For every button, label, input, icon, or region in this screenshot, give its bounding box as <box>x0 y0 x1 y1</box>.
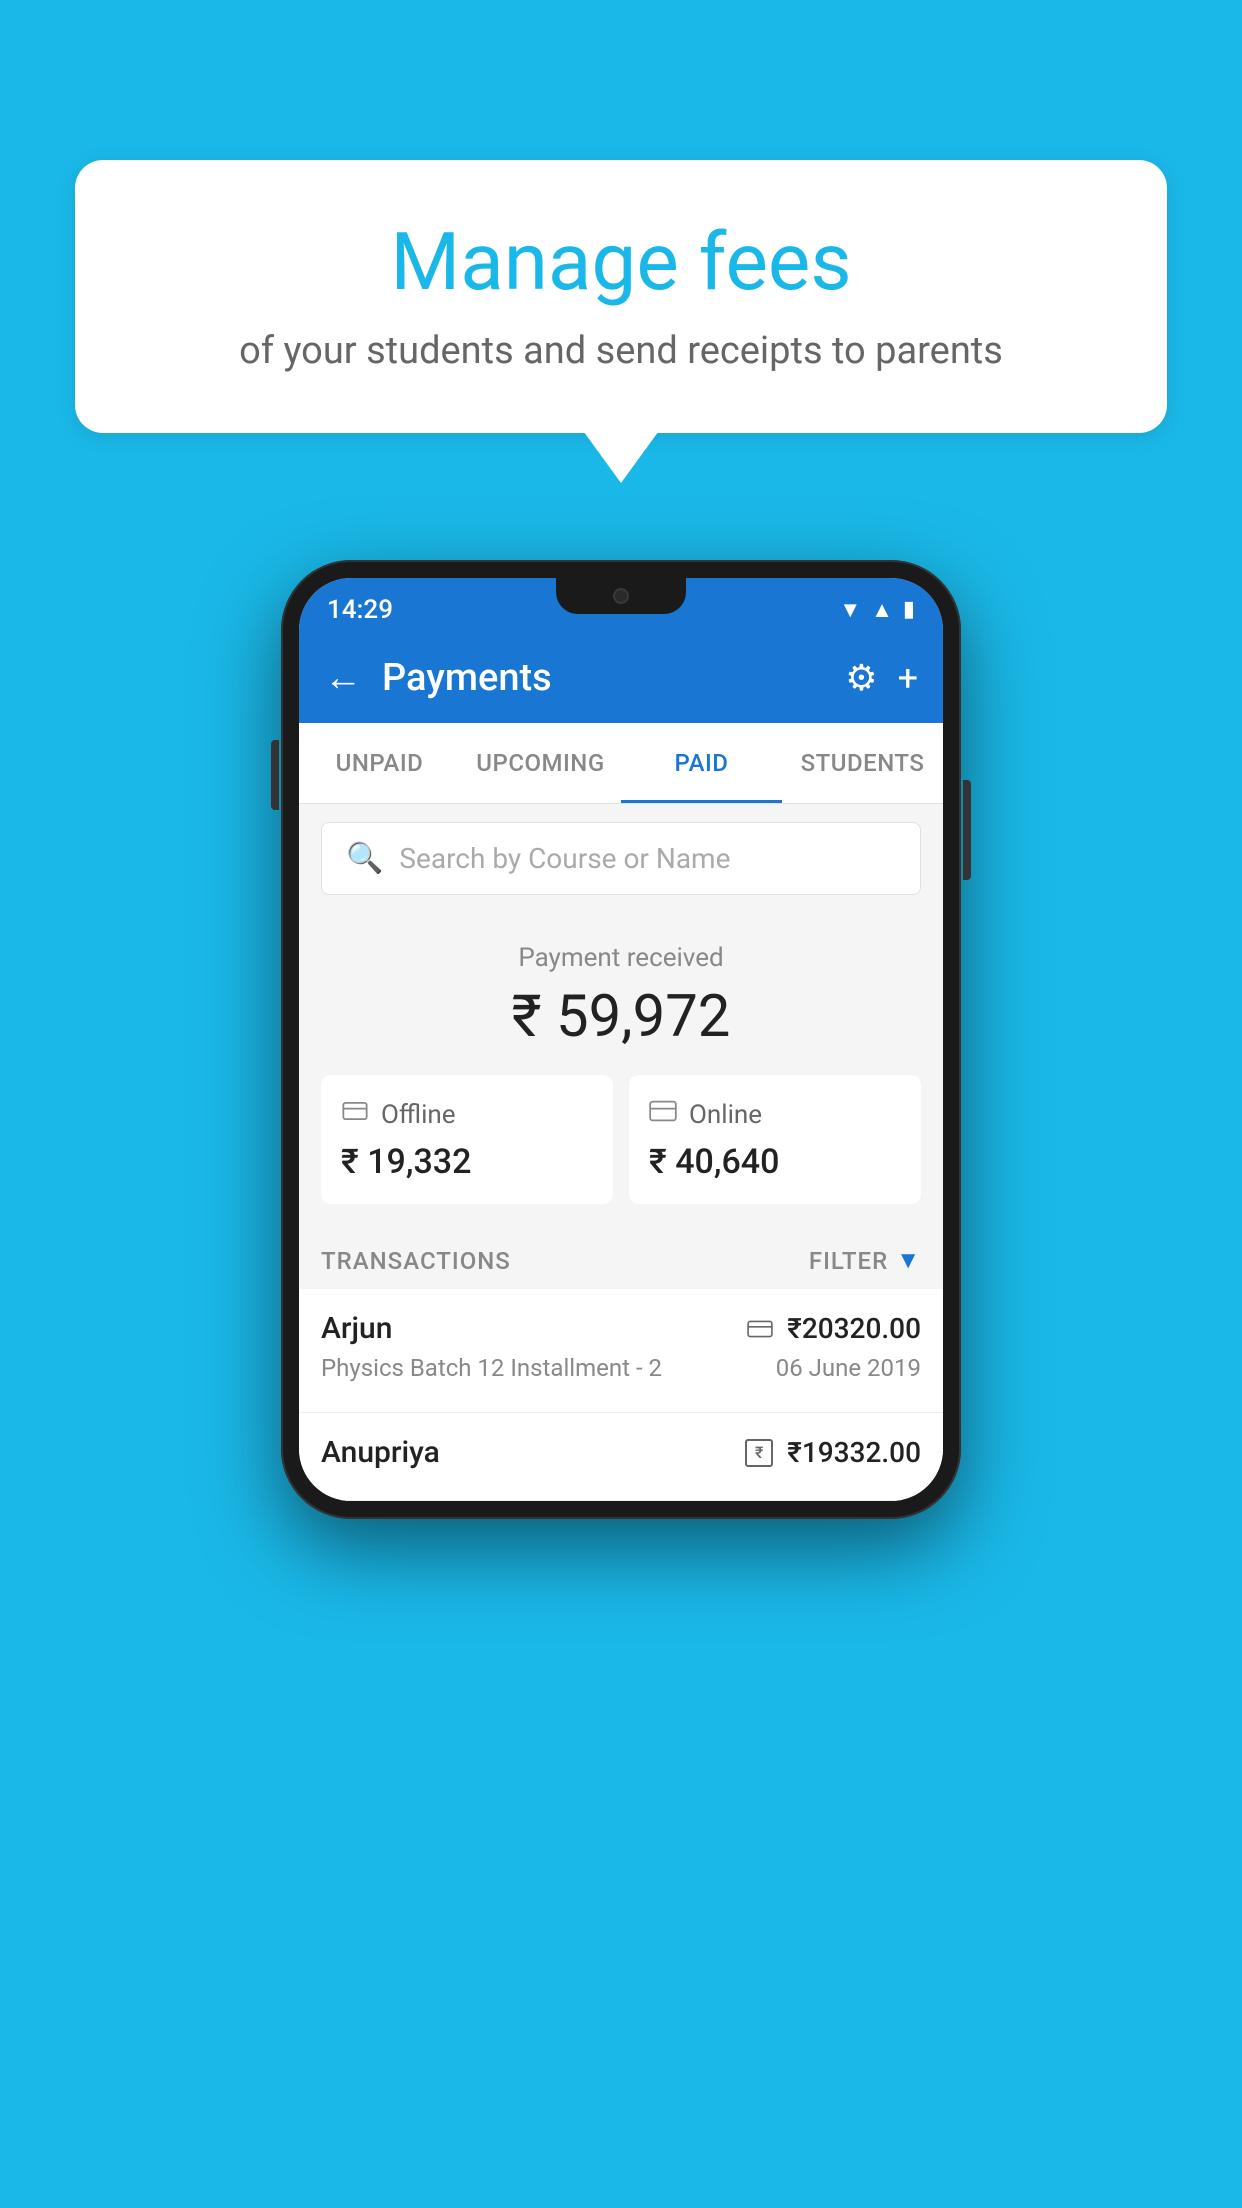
tab-paid[interactable]: PAID <box>621 723 782 803</box>
online-payment-card: Online ₹ 40,640 <box>629 1075 921 1204</box>
status-time: 14:29 <box>327 595 393 625</box>
camera-notch <box>613 588 629 604</box>
transaction-row-top: Anupriya ₹ ₹19332.00 <box>321 1435 921 1470</box>
search-input[interactable]: Search by Course or Name <box>399 842 730 875</box>
app-bar: ← Payments ⚙ + <box>299 633 943 723</box>
phone-outer: 14:29 ▼ ▲ ▮ ← Payments ⚙ + UNPAID UPCOMI… <box>281 560 961 1519</box>
rupee-icon: ₹ <box>745 1439 773 1467</box>
offline-icon <box>341 1097 369 1132</box>
settings-button[interactable]: ⚙ <box>845 657 877 699</box>
battery-icon: ▮ <box>903 597 915 622</box>
transaction-date: 06 June 2019 <box>776 1354 921 1382</box>
tab-upcoming[interactable]: UPCOMING <box>460 723 621 803</box>
status-icons: ▼ ▲ ▮ <box>839 597 915 623</box>
payment-cards: Offline ₹ 19,332 Online <box>321 1075 921 1204</box>
phone-screen: 14:29 ▼ ▲ ▮ ← Payments ⚙ + UNPAID UPCOMI… <box>299 578 943 1501</box>
payment-summary: Payment received ₹ 59,972 Offline <box>299 913 943 1226</box>
back-button[interactable]: ← <box>324 656 362 700</box>
filter-button[interactable]: FILTER ▼ <box>809 1246 921 1275</box>
transaction-name: Arjun <box>321 1311 392 1346</box>
transaction-name: Anupriya <box>321 1435 440 1470</box>
offline-payment-card: Offline ₹ 19,332 <box>321 1075 613 1204</box>
offline-card-header: Offline <box>341 1097 593 1132</box>
transaction-amount: ₹ ₹19332.00 <box>745 1436 921 1469</box>
transaction-item[interactable]: Arjun ₹20320.00 Physics Batch 12 Install… <box>299 1289 943 1413</box>
signal-icon: ▲ <box>871 597 893 623</box>
transaction-amount: ₹20320.00 <box>747 1312 921 1345</box>
wifi-icon: ▼ <box>839 597 861 623</box>
tab-unpaid[interactable]: UNPAID <box>299 723 460 803</box>
online-card-header: Online <box>649 1097 901 1132</box>
filter-icon: ▼ <box>896 1246 921 1275</box>
phone-wrapper: 14:29 ▼ ▲ ▮ ← Payments ⚙ + UNPAID UPCOMI… <box>281 560 961 1519</box>
transaction-amount-value: ₹19332.00 <box>787 1436 921 1469</box>
phone-notch <box>556 578 686 614</box>
search-box[interactable]: 🔍 Search by Course or Name <box>321 822 921 895</box>
payment-received-label: Payment received <box>321 943 921 973</box>
search-icon: 🔍 <box>346 841 383 876</box>
tab-students[interactable]: STUDENTS <box>782 723 943 803</box>
speech-bubble-title: Manage fees <box>135 215 1107 309</box>
offline-amount: ₹ 19,332 <box>341 1142 593 1182</box>
transactions-header: TRANSACTIONS FILTER ▼ <box>299 1226 943 1289</box>
offline-label: Offline <box>381 1100 456 1130</box>
filter-label: FILTER <box>809 1247 888 1275</box>
tabs-container: UNPAID UPCOMING PAID STUDENTS <box>299 723 943 804</box>
transaction-course: Physics Batch 12 Installment - 2 <box>321 1354 662 1382</box>
transaction-row-top: Arjun ₹20320.00 <box>321 1311 921 1346</box>
online-label: Online <box>689 1100 762 1130</box>
transaction-item[interactable]: Anupriya ₹ ₹19332.00 <box>299 1413 943 1501</box>
online-amount: ₹ 40,640 <box>649 1142 901 1182</box>
speech-bubble-subtitle: of your students and send receipts to pa… <box>135 329 1107 373</box>
speech-bubble-container: Manage fees of your students and send re… <box>75 160 1167 433</box>
transactions-label: TRANSACTIONS <box>321 1247 511 1275</box>
app-title: Payments <box>382 656 825 700</box>
payment-total-amount: ₹ 59,972 <box>321 983 921 1051</box>
transaction-amount-value: ₹20320.00 <box>787 1312 921 1345</box>
add-button[interactable]: + <box>898 657 918 699</box>
online-icon <box>649 1097 677 1132</box>
speech-bubble: Manage fees of your students and send re… <box>75 160 1167 433</box>
search-container: 🔍 Search by Course or Name <box>299 804 943 913</box>
transaction-row-bottom: Physics Batch 12 Installment - 2 06 June… <box>321 1354 921 1382</box>
